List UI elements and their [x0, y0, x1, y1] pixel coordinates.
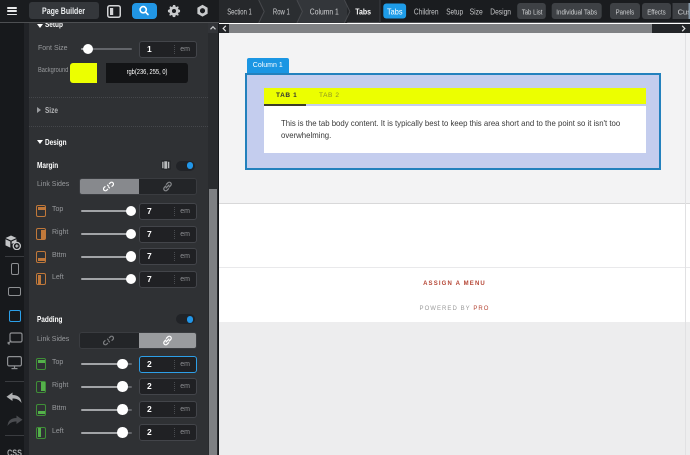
- svg-text:Children: Children: [414, 7, 439, 17]
- svg-text:Tabs: Tabs: [355, 7, 371, 17]
- svg-text:Tabs: Tabs: [387, 7, 403, 17]
- svg-text:Tab List: Tab List: [522, 7, 544, 16]
- svg-text:Row 1: Row 1: [273, 7, 290, 17]
- svg-text:Design: Design: [490, 7, 511, 17]
- svg-text:Setup: Setup: [446, 7, 463, 17]
- svg-text:Column 1: Column 1: [310, 7, 339, 17]
- svg-text:Panels: Panels: [616, 7, 635, 16]
- svg-text:Individual Tabs: Individual Tabs: [556, 7, 597, 16]
- svg-text:Custom: Custom: [678, 7, 690, 16]
- svg-text:Effects: Effects: [647, 7, 666, 16]
- svg-text:Size: Size: [470, 7, 483, 17]
- svg-text:Section 1: Section 1: [227, 7, 252, 17]
